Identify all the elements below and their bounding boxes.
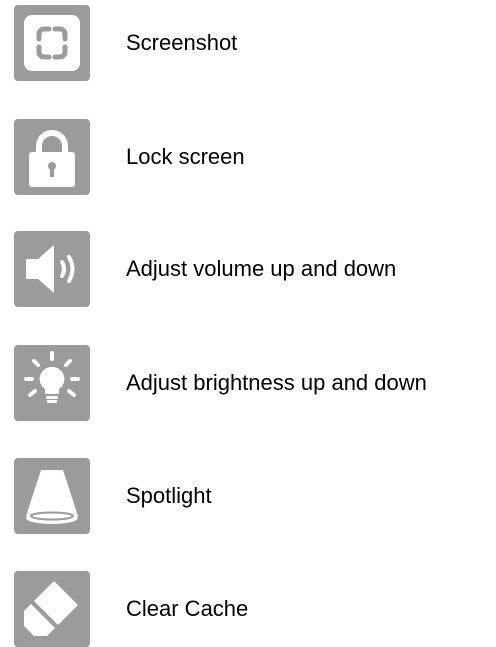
menu-item-lock-screen[interactable]: Lock screen <box>0 119 496 195</box>
screenshot-icon <box>14 5 90 81</box>
menu-item-label: Lock screen <box>126 144 245 169</box>
menu-item-label: Screenshot <box>126 30 238 55</box>
lock-icon <box>14 119 90 195</box>
menu-item-spotlight[interactable]: Spotlight <box>0 458 496 534</box>
brightness-icon <box>14 345 90 421</box>
menu-item-label: Adjust brightness up and down <box>126 370 427 395</box>
menu-item-screenshot[interactable]: Screenshot <box>0 5 496 81</box>
spotlight-icon <box>14 458 90 534</box>
menu-item-adjust-brightness[interactable]: Adjust brightness up and down <box>0 345 496 421</box>
menu-item-label: Adjust volume up and down <box>126 256 397 281</box>
menu-item-label: Spotlight <box>126 483 212 508</box>
menu-item-label: Clear Cache <box>126 596 249 621</box>
menu-item-adjust-volume[interactable]: Adjust volume up and down <box>0 231 496 307</box>
volume-icon <box>14 231 90 307</box>
